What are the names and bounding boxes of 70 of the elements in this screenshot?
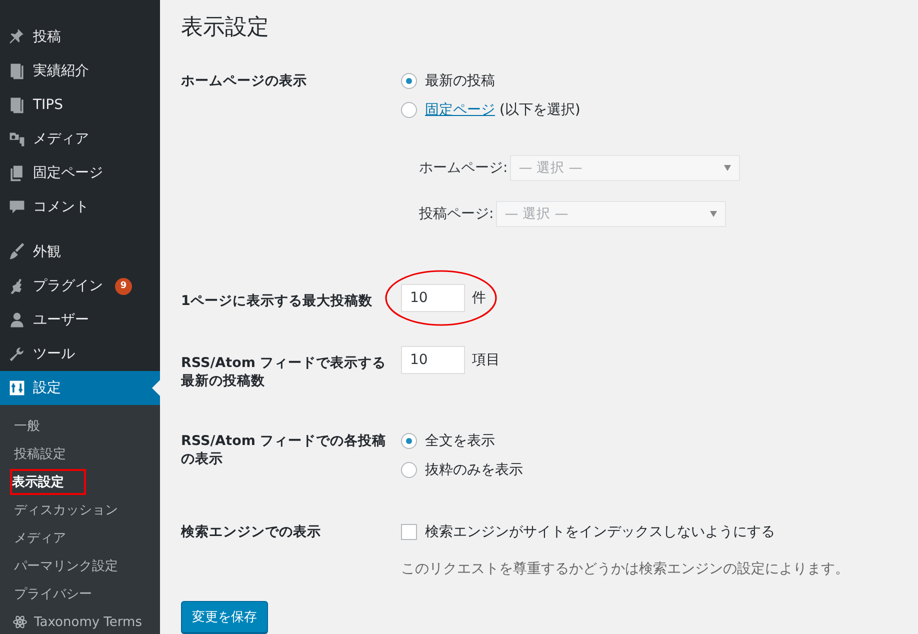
wrench-icon [8, 345, 26, 363]
brush-icon [8, 243, 26, 261]
save-button[interactable]: 変更を保存 [181, 601, 268, 633]
select-placeholder: — 選択 — [518, 159, 582, 177]
checkbox[interactable] [401, 524, 417, 540]
submenu-item[interactable]: 表示設定 [12, 471, 84, 493]
menu-item[interactable]: ユーザー [0, 303, 160, 337]
setting-label: RSS/Atom フィードで表示する最新の投稿数 [181, 354, 388, 390]
menu-item[interactable]: 実績紹介 [0, 54, 160, 88]
page-title: 表示設定 [181, 14, 269, 42]
select-placeholder: — 選択 — [504, 205, 568, 223]
menu-label: メディア [33, 130, 89, 148]
select-label: ホームページ: [419, 159, 508, 177]
menu-label: 外観 [33, 243, 61, 261]
option-label: 最新の投稿 [425, 72, 495, 90]
number-field[interactable]: 10 [401, 284, 465, 312]
menu-item[interactable]: 投稿 [0, 20, 160, 54]
menu-label: 固定ページ [33, 164, 103, 182]
menu-item[interactable]: コメント [0, 190, 160, 224]
setting-label: RSS/Atom フィードでの各投稿の表示 [181, 432, 388, 468]
dropdown-arrow-icon [710, 211, 717, 217]
book-icon [8, 96, 26, 114]
menu-item[interactable]: メディア [0, 122, 160, 156]
unit-label: 項目 [472, 351, 500, 369]
book-icon [8, 62, 26, 80]
menu-label: 設定 [33, 379, 61, 397]
submenu-item[interactable]: メディア [12, 527, 68, 549]
radio-button[interactable] [401, 433, 417, 449]
media-icon [8, 130, 26, 148]
menu-label: 実績紹介 [33, 62, 89, 80]
menu-item[interactable]: TIPS [0, 88, 160, 122]
atom-icon [12, 614, 28, 630]
submenu-item[interactable]: 一般 [12, 415, 42, 437]
user-icon [8, 311, 26, 329]
menu-item[interactable]: 固定ページ [0, 156, 160, 190]
update-count-badge: 9 [115, 278, 132, 294]
menu-item[interactable]: 設定 [0, 371, 160, 405]
number-field[interactable]: 10 [401, 346, 465, 374]
menu-label: プラグイン [33, 277, 103, 295]
submenu-item[interactable]: プライバシー [12, 583, 94, 605]
settings-icon [8, 379, 26, 397]
radio-button[interactable] [401, 462, 417, 478]
option-label: 固定ページ (以下を選択) [425, 101, 580, 119]
submenu-item[interactable]: ディスカッション [12, 499, 120, 521]
radio-button[interactable] [401, 102, 417, 118]
menu-label: TIPS [33, 97, 64, 113]
menu-label: 投稿 [33, 28, 61, 46]
option-label: 全文を表示 [425, 432, 495, 450]
select-label: 投稿ページ: [419, 205, 494, 223]
submenu-item[interactable]: 投稿設定 [12, 443, 68, 465]
submenu-item[interactable]: パーマリンク設定 [12, 555, 120, 577]
submenu-item[interactable]: Taxonomy Terms [32, 612, 144, 632]
setting-label: 1ページに表示する最大投稿数 [181, 292, 372, 310]
checkbox-label: 検索エンジンがサイトをインデックスしないようにする [425, 523, 775, 541]
menu-label: コメント [33, 198, 89, 216]
setting-label: 検索エンジンでの表示 [181, 523, 321, 542]
menu-item[interactable]: 外観 [0, 235, 160, 269]
unit-label: 件 [472, 289, 486, 307]
page-link[interactable]: 固定ページ [425, 102, 495, 118]
menu-label: ユーザー [33, 311, 89, 329]
setting-label: ホームページの表示 [181, 72, 307, 90]
pin-icon [8, 28, 26, 46]
menu-label: ツール [33, 345, 75, 363]
description-text: このリクエストを尊重するかどうかは検索エンジンの設定によります。 [401, 560, 850, 578]
menu-item[interactable]: プラグイン 9 [0, 269, 160, 303]
dropdown-arrow-icon [724, 165, 731, 171]
radio-button[interactable] [401, 73, 417, 89]
comment-icon [8, 198, 26, 216]
option-label: 抜粋のみを表示 [425, 461, 523, 479]
menu-item[interactable]: ツール [0, 337, 160, 371]
